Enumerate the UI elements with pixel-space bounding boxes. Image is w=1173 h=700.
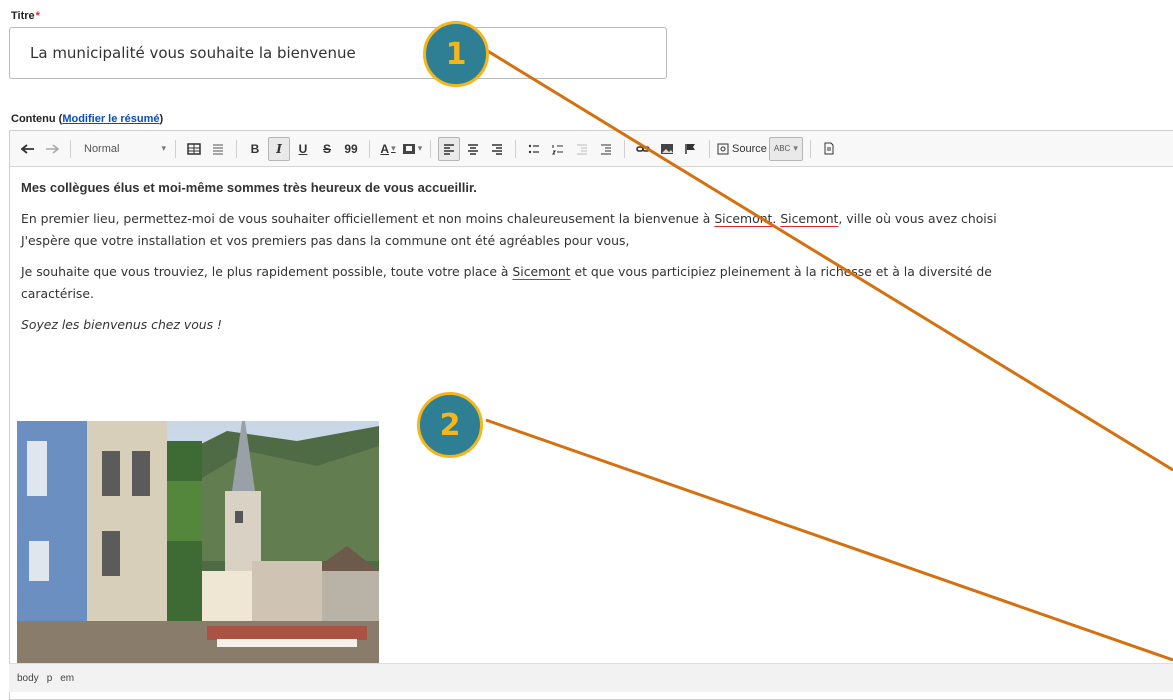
misspelled-word: Sicemont	[512, 264, 571, 279]
paragraph-2-line-2: caractérise.	[21, 286, 94, 301]
paragraph-2: Je souhaite que vous trouviez, le plus r…	[21, 261, 1173, 283]
town-photo[interactable]	[17, 421, 379, 663]
paragraph-1-line-2: J'espère que votre installation et vos p…	[21, 233, 630, 248]
toolbar-separator	[709, 139, 710, 158]
strike-button[interactable]: S	[316, 137, 338, 161]
misspelled-word: Sicemont	[780, 211, 839, 226]
bold-button[interactable]: B	[244, 137, 266, 161]
bg-color-button[interactable]: ▾	[401, 137, 423, 161]
chevron-down-icon: ▾	[793, 143, 798, 153]
edit-summary-link[interactable]: Modifier le résumé	[62, 113, 159, 125]
text-run: et que vous participiez pleinement à la …	[570, 264, 992, 279]
path-em[interactable]: em	[60, 673, 74, 684]
toolbar-separator	[515, 139, 516, 158]
paragraph-1: En premier lieu, permettez-moi de vous s…	[21, 208, 1173, 230]
redo-icon[interactable]	[41, 137, 63, 161]
underline-button[interactable]: U	[292, 137, 314, 161]
format-select-value: Normal	[84, 142, 120, 155]
hr-icon[interactable]	[207, 137, 229, 161]
toolbar-separator	[430, 139, 431, 158]
source-button[interactable]: Source	[717, 137, 767, 161]
align-right-icon[interactable]	[486, 137, 508, 161]
callout-badge-2: 2	[417, 392, 483, 458]
image-icon[interactable]	[656, 137, 678, 161]
indent-icon[interactable]	[595, 137, 617, 161]
source-label: Source	[732, 142, 767, 155]
blockquote-button[interactable]: 99	[340, 137, 362, 161]
text-run: , ville où vous avez choisi	[838, 211, 997, 226]
source-icon	[717, 143, 729, 154]
toolbar-separator	[70, 139, 71, 158]
misspelled-word: Sicemont	[714, 211, 773, 226]
paragraph-3: Soyez les bienvenus chez vous !	[21, 317, 223, 332]
editor-content[interactable]: Mes collègues élus et moi-même sommes tr…	[21, 177, 1173, 336]
required-mark: *	[35, 10, 40, 22]
spellcheck-button[interactable]: ABC ▾	[768, 136, 803, 161]
bulleted-list-icon[interactable]	[523, 137, 545, 161]
path-p[interactable]: p	[47, 673, 53, 684]
content-label-text: Contenu (	[11, 113, 63, 125]
editor-statusbar: body p em	[9, 663, 1173, 692]
flag-icon[interactable]	[680, 137, 702, 161]
align-left-icon[interactable]	[438, 136, 460, 161]
bg-color-icon	[402, 143, 415, 154]
link-icon[interactable]	[632, 137, 654, 161]
title-label: Titre*	[11, 10, 40, 22]
text-run: Je souhaite que vous trouviez, le plus r…	[21, 264, 513, 279]
outdent-icon[interactable]	[571, 137, 593, 161]
toolbar-separator	[175, 139, 176, 158]
italic-button[interactable]: I	[268, 136, 290, 161]
chevron-down-icon: ▾	[391, 143, 396, 153]
chevron-down-icon: ▾	[417, 143, 423, 153]
align-center-icon[interactable]	[462, 137, 484, 161]
editor-toolbar: Normal ▾ B I U S 99 A ▾ ▾ Source ABC ▾	[10, 131, 1173, 167]
table-icon[interactable]	[183, 137, 205, 161]
spellcheck-icon: ABC	[773, 144, 791, 153]
toolbar-separator	[369, 139, 370, 158]
content-label: Contenu (Modifier le résumé)	[11, 113, 163, 125]
content-heading: Mes collègues élus et moi-même sommes tr…	[21, 180, 477, 195]
toolbar-separator	[236, 139, 237, 158]
chevron-down-icon: ▾	[161, 143, 166, 153]
title-input[interactable]: La municipalité vous souhaite la bienven…	[9, 27, 667, 79]
format-select[interactable]: Normal ▾	[78, 137, 168, 161]
numbered-list-icon[interactable]	[547, 137, 569, 161]
template-icon[interactable]	[818, 137, 840, 161]
title-label-text: Titre	[11, 10, 35, 22]
undo-icon[interactable]	[17, 137, 39, 161]
text-color-label: A	[380, 141, 390, 156]
callout-badge-1: 1	[423, 21, 489, 87]
content-label-end: )	[159, 113, 164, 125]
toolbar-separator	[624, 139, 625, 158]
path-body[interactable]: body	[17, 673, 39, 684]
toolbar-separator	[809, 139, 811, 158]
text-run: En premier lieu, permettez-moi de vous s…	[21, 211, 715, 226]
text-color-button[interactable]: A ▾	[377, 137, 399, 161]
